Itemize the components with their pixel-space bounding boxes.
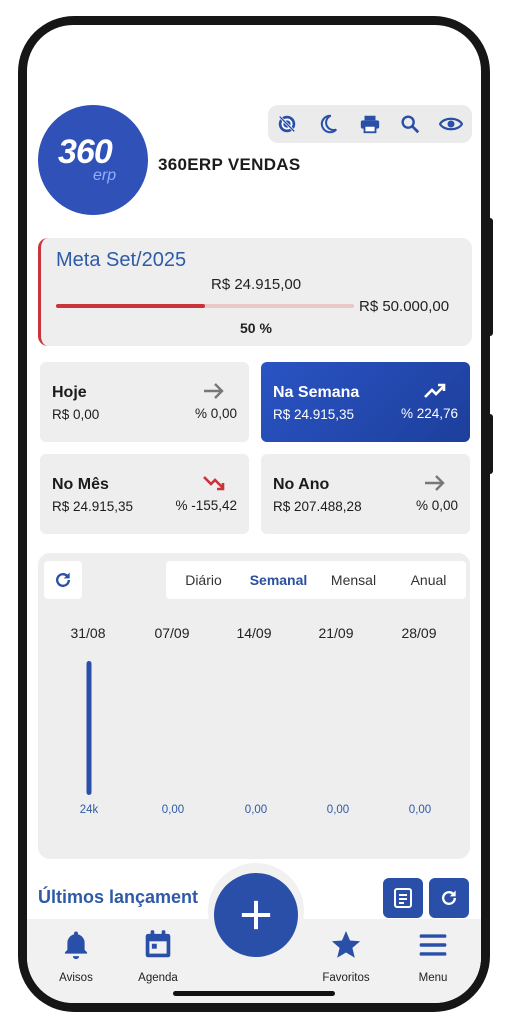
star-icon bbox=[331, 931, 361, 958]
stat-card-semana[interactable]: Na Semana R$ 24.915,35 % 224,76 bbox=[261, 362, 470, 442]
header-toolbar bbox=[268, 105, 472, 143]
refresh-icon bbox=[442, 890, 456, 905]
goal-target-value: R$ 50.000,00 bbox=[359, 298, 450, 315]
stat-value: R$ 207.488,28 bbox=[273, 499, 362, 514]
nav-avisos[interactable]: Avisos bbox=[41, 929, 111, 984]
stat-card-mes[interactable]: No Mês R$ 24.915,35 % -155,42 bbox=[40, 454, 249, 534]
nav-menu[interactable]: Menu bbox=[398, 929, 468, 984]
nav-agenda[interactable]: Agenda bbox=[123, 929, 193, 984]
add-button[interactable] bbox=[214, 873, 298, 957]
trend-up-icon bbox=[424, 383, 446, 398]
sales-chart-card: Diário Semanal Mensal Anual 31/08 07/09 … bbox=[38, 553, 470, 859]
recent-entries-title: Últimos lançament bbox=[38, 887, 199, 907]
stat-card-hoje[interactable]: Hoje R$ 0,00 % 0,00 bbox=[40, 362, 249, 442]
menu-icon bbox=[419, 934, 447, 956]
stat-percent: % 224,76 bbox=[400, 406, 458, 421]
search-icon[interactable] bbox=[398, 112, 422, 136]
stat-title: Na Semana bbox=[273, 384, 360, 401]
nav-label: Avisos bbox=[59, 972, 93, 984]
side-button bbox=[487, 218, 493, 336]
bell-icon bbox=[64, 931, 88, 960]
goal-percent: 50 % bbox=[240, 320, 272, 336]
print-icon[interactable] bbox=[358, 112, 382, 136]
arrow-right-icon bbox=[204, 383, 224, 399]
bar bbox=[86, 661, 92, 795]
goal-title: Meta Set/2025 bbox=[56, 249, 187, 271]
nav-label: Agenda bbox=[138, 972, 178, 984]
nav-favoritos[interactable]: Favoritos bbox=[311, 929, 381, 984]
no-location-icon[interactable] bbox=[275, 112, 299, 136]
arrow-right-icon bbox=[425, 475, 445, 491]
nav-label: Favoritos bbox=[322, 972, 370, 984]
entries-refresh-button[interactable] bbox=[429, 878, 469, 918]
moon-icon[interactable] bbox=[316, 112, 340, 136]
company-name: 360ERP VENDAS bbox=[158, 155, 301, 174]
home-indicator bbox=[173, 991, 335, 996]
bar-value-label: 0,00 bbox=[326, 804, 350, 816]
plus-icon bbox=[241, 900, 271, 930]
bar-value-label: 0,00 bbox=[408, 804, 432, 816]
stat-title: Hoje bbox=[52, 384, 87, 401]
eye-icon[interactable] bbox=[439, 112, 463, 136]
bar-value-label: 0,00 bbox=[244, 804, 268, 816]
stat-value: R$ 0,00 bbox=[52, 407, 100, 422]
stat-percent: % 0,00 bbox=[415, 498, 458, 513]
calendar-icon bbox=[145, 930, 171, 958]
bar-value-label: 0,00 bbox=[161, 804, 185, 816]
stat-title: No Mês bbox=[52, 476, 109, 493]
stat-value: R$ 24.915,35 bbox=[52, 499, 134, 514]
entries-list-button[interactable] bbox=[383, 878, 423, 918]
stat-percent: % 0,00 bbox=[194, 406, 237, 421]
document-icon bbox=[394, 888, 412, 908]
goal-progress-fill bbox=[56, 304, 205, 308]
stat-value: R$ 24.915,35 bbox=[273, 407, 355, 422]
goal-current-value: R$ 24.915,00 bbox=[211, 276, 302, 293]
stat-title: No Ano bbox=[273, 476, 330, 493]
company-logo: 360 erp bbox=[38, 105, 148, 215]
bar-value-label: 24k bbox=[79, 804, 99, 816]
stat-card-ano[interactable]: No Ano R$ 207.488,28 % 0,00 bbox=[261, 454, 470, 534]
trend-down-icon bbox=[203, 476, 225, 491]
goal-progress-bar bbox=[56, 304, 354, 308]
logo-sub: erp bbox=[93, 167, 117, 184]
side-button bbox=[487, 414, 493, 474]
goal-card[interactable]: Meta Set/2025 R$ 24.915,00 R$ 50.000,00 … bbox=[38, 238, 472, 346]
nav-label: Menu bbox=[418, 972, 448, 984]
app-screen: 360 erp 360ERP VENDAS Meta Set/2025 R$ 2… bbox=[27, 25, 481, 1003]
stat-percent: % -155,42 bbox=[175, 498, 237, 513]
